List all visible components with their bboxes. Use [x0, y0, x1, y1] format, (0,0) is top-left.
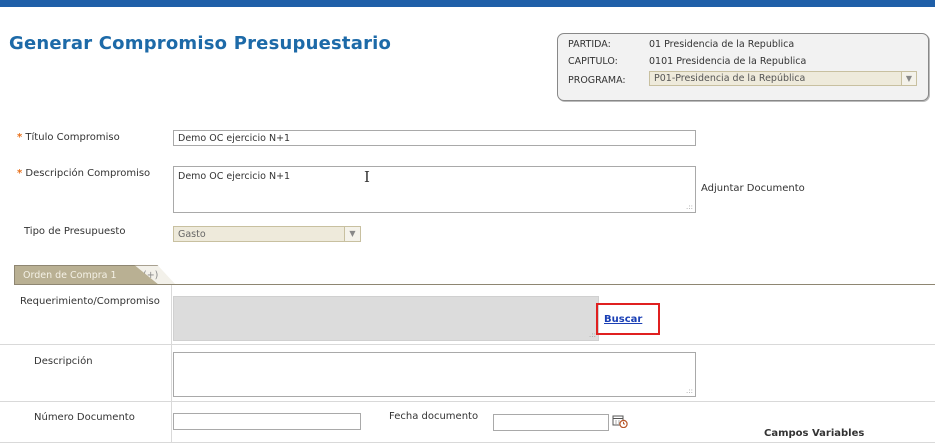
resize-grip-icon[interactable]: .:: — [686, 204, 693, 211]
orden-descripcion-label: Descripción — [34, 356, 93, 367]
buscar-highlight: Buscar — [596, 303, 660, 335]
required-mark: * — [17, 168, 23, 179]
numero-documento-input[interactable] — [173, 413, 361, 430]
buscar-link[interactable]: Buscar — [604, 314, 642, 325]
fecha-label: Fecha documento — [389, 411, 479, 422]
adjuntar-documento-link[interactable]: Adjuntar Documento — [701, 183, 805, 194]
descripcion-textarea-value: Demo OC ejercicio N+1 — [178, 171, 291, 182]
numero-label-cell: Número Documento — [14, 402, 172, 442]
titulo-label-text: Título Compromiso — [25, 132, 120, 143]
tipo-select-value: Gasto — [178, 229, 206, 240]
capitulo-value: 0101 Presidencia de la Republica — [649, 56, 807, 67]
requerimiento-label-cell: Requerimiento/Compromiso — [14, 285, 172, 344]
context-info-box: PARTIDA: 01 Presidencia de la Republica … — [557, 33, 929, 101]
required-mark: * — [17, 132, 23, 143]
chevron-down-icon[interactable]: ▼ — [344, 227, 360, 241]
descripcion-label-text: Descripción Compromiso — [25, 168, 151, 179]
partida-value: 01 Presidencia de la Republica — [649, 39, 795, 50]
text-cursor-icon: I — [364, 168, 370, 186]
resize-grip-icon[interactable]: .:: — [589, 332, 596, 339]
campos-variables-label: Campos Variables — [764, 428, 865, 439]
top-bar — [0, 0, 935, 7]
numero-label: Número Documento — [34, 412, 135, 423]
programa-select[interactable]: P01-Presidencia de la República ▼ — [649, 71, 917, 86]
tipo-label: Tipo de Presupuesto — [24, 226, 126, 237]
descripcion-textarea[interactable]: Demo OC ejercicio N+1 .:: — [173, 166, 696, 213]
tipo-select[interactable]: Gasto ▼ — [173, 226, 361, 242]
orden-descripcion-textarea[interactable]: .:: — [173, 352, 696, 397]
requerimiento-field[interactable]: .:: — [173, 296, 599, 341]
capitulo-label: CAPITULO: — [568, 56, 618, 67]
tab-orden-compra-1[interactable]: Orden de Compra 1 — [14, 265, 159, 285]
programa-label: PROGRAMA: — [568, 75, 626, 86]
page-title: Generar Compromiso Presupuestario — [9, 33, 392, 54]
titulo-label: * Título Compromiso — [17, 132, 120, 143]
fecha-documento-input[interactable] — [493, 414, 609, 431]
descripcion-label-cell: Descripción — [14, 345, 172, 401]
programa-select-value: P01-Presidencia de la República — [654, 73, 806, 84]
partida-label: PARTIDA: — [568, 39, 611, 50]
requerimiento-label: Requerimiento/Compromiso — [20, 296, 160, 307]
titulo-input[interactable]: Demo OC ejercicio N+1 — [173, 130, 696, 146]
descripcion-label: * Descripción Compromiso — [17, 168, 150, 179]
resize-grip-icon[interactable]: .:: — [686, 388, 693, 395]
calendar-clock-icon[interactable] — [612, 414, 628, 428]
chevron-down-icon[interactable]: ▼ — [901, 72, 916, 85]
